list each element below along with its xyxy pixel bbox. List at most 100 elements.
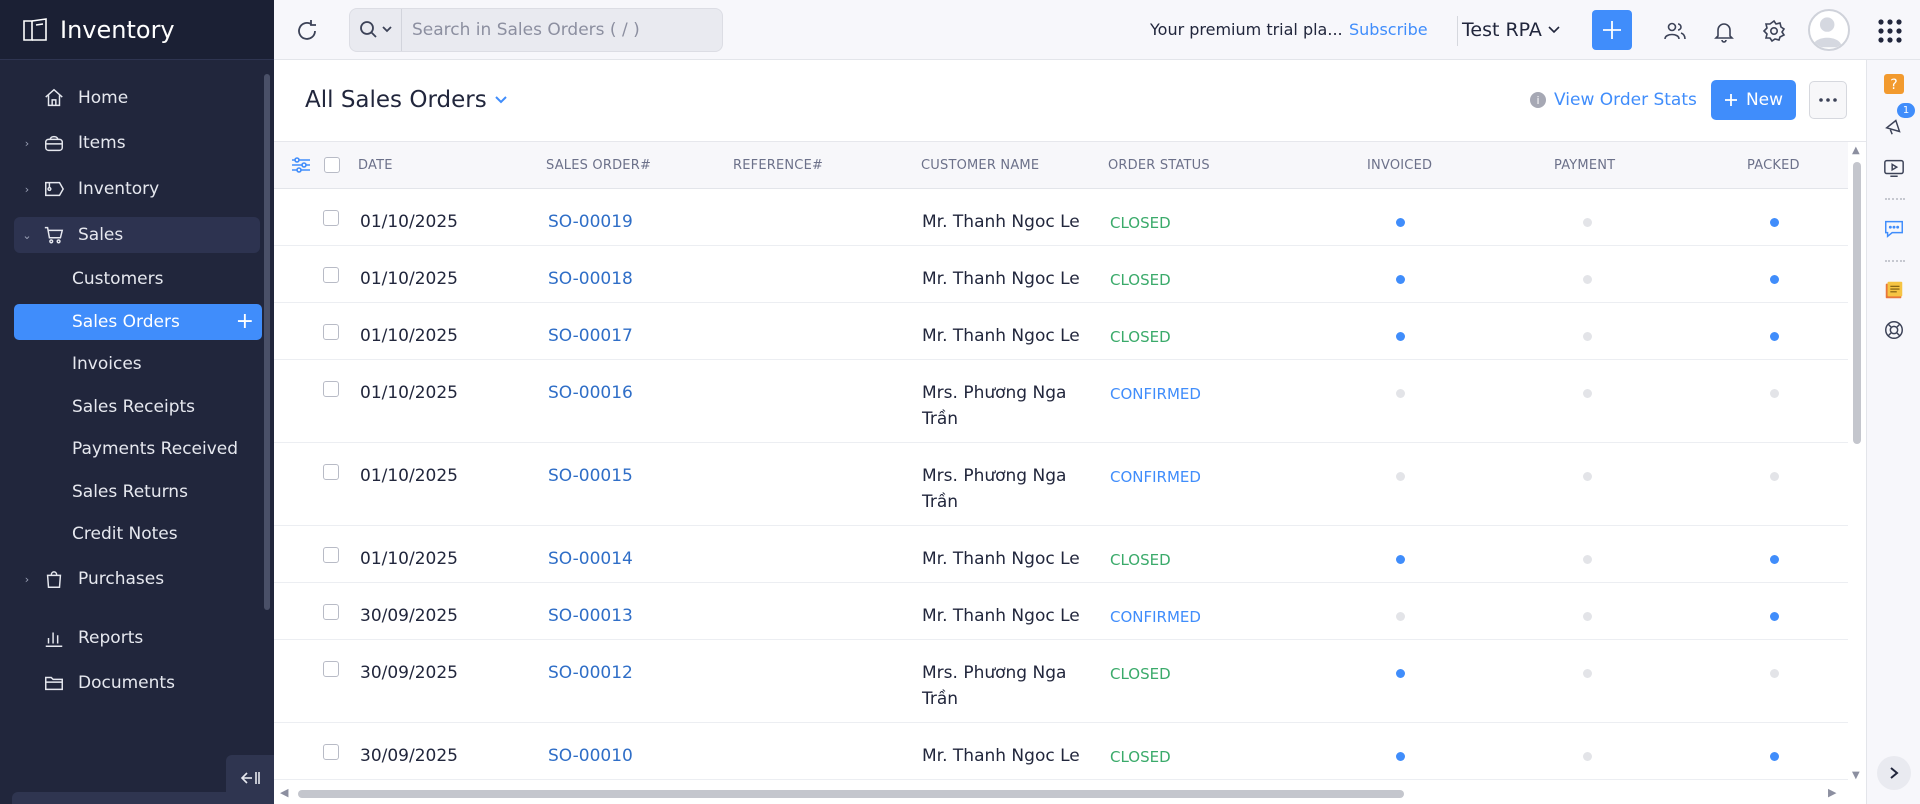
select-all-checkbox[interactable] [324,157,340,173]
support-icon[interactable] [1882,318,1906,342]
app-grid-icon[interactable] [1877,18,1903,44]
gear-icon[interactable] [1761,18,1787,44]
app-brand[interactable]: Inventory [0,0,274,60]
table-row[interactable]: 01/10/2025 SO-00017 Mr. Thanh Ngoc Le CLOSE… [274,303,1848,360]
sidebar-item-documents[interactable]: Documents [14,665,260,701]
help-icon[interactable]: ? [1882,72,1906,96]
column-header-packed[interactable]: PACKED [1747,158,1800,173]
payment-status-dot [1583,218,1592,227]
row-checkbox[interactable] [323,547,339,563]
packed-status-dot [1770,389,1779,398]
row-checkbox[interactable] [323,744,339,760]
table-row[interactable]: 01/10/2025 SO-00014 Mr. Thanh Ngoc Le CLOSE… [274,526,1848,583]
page-title: All Sales Orders [305,87,487,113]
column-header-reference[interactable]: REFERENCE# [733,158,823,173]
expand-rail-button[interactable] [1877,756,1911,790]
view-order-stats-link[interactable]: i View Order Stats [1530,90,1697,110]
sidebar-scrollbar[interactable] [264,74,270,610]
sidebar-sub-credit-notes[interactable]: Credit Notes [14,516,262,552]
invoiced-status-dot [1396,332,1405,341]
sidebar-sub-sales-orders[interactable]: Sales Orders + [14,304,262,340]
sidebar-item-sales[interactable]: ⌄ Sales [14,217,260,253]
column-header-sales-order[interactable]: SALES ORDER# [546,158,651,173]
home-icon [40,87,68,109]
refresh-icon[interactable] [294,18,320,44]
row-checkbox[interactable] [323,324,339,340]
sidebar-item-items[interactable]: › Items [14,125,260,161]
row-checkbox[interactable] [323,267,339,283]
scroll-down-icon[interactable]: ▼ [1852,770,1860,781]
table-row[interactable]: 30/09/2025 SO-00010 Mr. Thanh Ngoc Le CLOSE… [274,723,1848,780]
scroll-right-icon[interactable]: ▶ [1828,786,1836,799]
quick-create-button[interactable] [1592,10,1632,50]
cell-order-status: CLOSED [1110,665,1171,683]
column-header-order-status[interactable]: ORDER STATUS [1108,158,1210,173]
column-header-payment[interactable]: PAYMENT [1554,158,1615,173]
packed-status-dot [1770,555,1779,564]
row-checkbox[interactable] [323,661,339,677]
table-row[interactable]: 30/09/2025 SO-00013 Mr. Thanh Ngoc Le CONFI… [274,583,1848,640]
add-sales-order-icon[interactable]: + [236,311,254,333]
cell-sales-order-link[interactable]: SO-00017 [548,323,633,349]
avatar[interactable] [1808,9,1850,51]
packed-status-dot [1770,218,1779,227]
chat-icon[interactable] [1882,217,1906,241]
sidebar-sub-invoices[interactable]: Invoices [14,346,262,382]
search-icon[interactable] [350,9,402,51]
notification-badge: 1 [1897,103,1915,118]
cell-customer-name: Mr. Thanh Ngoc Le [922,212,1080,232]
cell-sales-order-link[interactable]: SO-00010 [548,743,633,769]
cell-order-status: CLOSED [1110,551,1171,569]
cell-sales-order-link[interactable]: SO-00013 [548,603,633,629]
cell-sales-order-link[interactable]: SO-00012 [548,660,633,686]
scroll-left-icon[interactable]: ◀ [280,786,288,799]
cell-sales-order-link[interactable]: SO-00019 [548,209,633,235]
notes-icon[interactable] [1882,278,1906,302]
table-row[interactable]: 01/10/2025 SO-00018 Mr. Thanh Ngoc Le CLOSE… [274,246,1848,303]
column-header-customer-name[interactable]: CUSTOMER NAME [921,158,1039,173]
bell-icon[interactable] [1711,18,1737,44]
row-checkbox[interactable] [323,464,339,480]
scroll-up-icon[interactable]: ▲ [1852,145,1860,156]
cell-sales-order-link[interactable]: SO-00016 [548,380,633,406]
org-switcher[interactable]: Test RPA [1462,19,1560,41]
horizontal-scrollbar[interactable]: ◀ ▶ [274,782,1866,804]
sidebar-item-reports[interactable]: Reports [14,620,260,656]
table-row[interactable]: 30/09/2025 SO-00012 Mrs. Phương Nga Trần CL… [274,640,1848,723]
sidebar-item-purchases[interactable]: › Purchases [14,561,260,597]
column-header-invoiced[interactable]: INVOICED [1367,158,1432,173]
invoiced-status-dot [1396,218,1405,227]
plus-icon [1603,21,1621,39]
column-header-date[interactable]: DATE [358,158,393,173]
view-selector[interactable]: All Sales Orders [305,87,507,113]
table-row[interactable]: 01/10/2025 SO-00016 Mrs. Phương Nga Trần CO… [274,360,1848,443]
row-checkbox[interactable] [323,210,339,226]
cell-sales-order-link[interactable]: SO-00015 [548,463,633,489]
sidebar-sub-payments-received[interactable]: Payments Received [14,431,262,467]
new-sales-order-button[interactable]: New [1711,80,1796,120]
subscribe-link[interactable]: Subscribe [1349,20,1428,39]
more-options-button[interactable] [1809,81,1847,119]
vertical-scrollbar[interactable]: ▲ ▼ [1848,142,1866,781]
sidebar-item-home[interactable]: Home [14,80,260,116]
sidebar-sub-customers[interactable]: Customers [14,261,262,297]
table-row[interactable]: 01/10/2025 SO-00019 Mr. Thanh Ngoc Le CLOSE… [274,189,1848,246]
scroll-thumb[interactable] [1853,162,1861,444]
scroll-thumb[interactable] [298,790,1404,798]
video-tutorial-icon[interactable] [1882,156,1906,180]
column-settings-icon[interactable] [291,156,311,178]
table-row[interactable]: 01/10/2025 SO-00015 Mrs. Phương Nga Trần CO… [274,443,1848,526]
cell-sales-order-link[interactable]: SO-00014 [548,546,633,572]
chevron-right-icon: › [24,136,30,150]
row-checkbox[interactable] [323,381,339,397]
bag-icon [40,132,68,154]
sidebar-sub-sales-returns[interactable]: Sales Returns [14,474,262,510]
row-checkbox[interactable] [323,604,339,620]
users-icon[interactable] [1662,18,1688,44]
packed-status-dot [1770,332,1779,341]
sidebar-sub-sales-receipts[interactable]: Sales Receipts [14,389,262,425]
cell-sales-order-link[interactable]: SO-00018 [548,266,633,292]
search-input[interactable] [402,20,712,40]
cell-date: 30/09/2025 [360,663,458,683]
sidebar-item-inventory[interactable]: › Inventory [14,171,260,207]
